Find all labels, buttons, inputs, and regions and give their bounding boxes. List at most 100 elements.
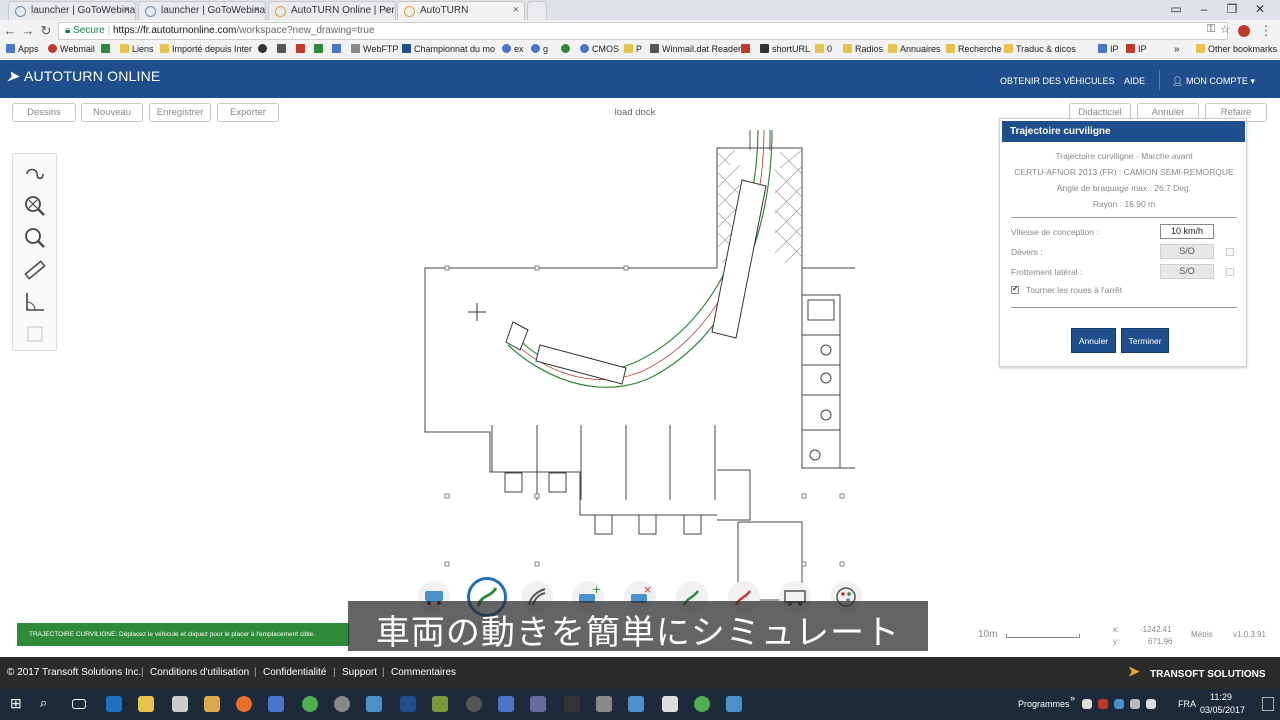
clock-date[interactable]: 03/05/2017 (1200, 705, 1245, 715)
nav-vehicles-link[interactable]: OBTENIR DES VÉHICULES (1000, 76, 1115, 86)
reload-icon[interactable]: ↻ (38, 23, 54, 39)
zoom-icon[interactable] (23, 226, 47, 250)
tray-icon[interactable] (1114, 699, 1124, 709)
browser-tab[interactable]: launcher | GoToWebinar × (8, 1, 136, 20)
windows-start-icon[interactable]: ⊞ (10, 695, 26, 711)
explorer-icon[interactable] (138, 696, 154, 712)
zoom-extents-icon[interactable] (23, 194, 47, 218)
forward-icon[interactable]: → (20, 23, 36, 38)
app-icon[interactable] (268, 696, 284, 712)
terms-link[interactable]: Conditions d'utilisation (150, 667, 249, 678)
browser-tab-active[interactable]: AutoTURN × (397, 1, 525, 20)
bookmark[interactable] (296, 44, 308, 54)
maximize-icon[interactable]: ❐ (1224, 2, 1240, 16)
calculator-icon[interactable] (662, 696, 678, 712)
app-icon[interactable] (172, 696, 188, 712)
url-input[interactable]: 🔒︎ Secure | https://fr.autoturnonline.co… (58, 22, 1228, 40)
bookmark[interactable]: S (277, 44, 289, 54)
speed-input[interactable]: 10 km/h (1160, 224, 1214, 239)
tray-icon[interactable] (1082, 699, 1092, 709)
star-icon[interactable]: ☆ (1217, 23, 1233, 36)
app-icon[interactable] (628, 696, 644, 712)
app-icon[interactable] (564, 696, 580, 712)
bookmark-folder[interactable]: P (624, 44, 642, 54)
firefox-icon[interactable] (236, 696, 252, 712)
menu-icon[interactable]: ⋮ (1258, 23, 1274, 39)
devers-field[interactable]: S/O (1160, 244, 1214, 259)
bookmark[interactable]: Apps (6, 44, 39, 54)
bookmark-folder[interactable]: Importé depuis Inter (160, 44, 252, 54)
bookmark-folder[interactable]: 0 (815, 44, 832, 54)
bookmark[interactable] (101, 44, 113, 54)
minimize-icon[interactable]: – (1196, 2, 1212, 16)
bookmark[interactable]: shortURL (760, 44, 810, 54)
app-icon[interactable] (694, 696, 710, 712)
support-link[interactable]: Support (342, 667, 377, 678)
turn-wheels-checkbox[interactable]: ✔ (1011, 286, 1019, 294)
frottement-field[interactable]: S/O (1160, 264, 1214, 279)
bookmark[interactable]: Championnat du mo (402, 44, 495, 54)
chevron-icon[interactable]: » (1070, 693, 1075, 703)
bookmark[interactable]: CMOS (580, 44, 619, 54)
close-icon[interactable]: × (513, 4, 519, 16)
task-view-icon[interactable] (72, 699, 86, 709)
bookmark[interactable] (561, 44, 573, 54)
edge-icon[interactable] (106, 696, 122, 712)
back-icon[interactable]: ← (2, 23, 18, 38)
nav-account-link[interactable]: 👤︎ MON COMPTE ▾ (1172, 76, 1255, 87)
finish-button[interactable]: Terminer (1121, 328, 1169, 353)
bookmark[interactable]: Winmail.dat Reader (650, 44, 741, 54)
close-icon[interactable]: × (254, 4, 260, 16)
app-icon[interactable] (366, 696, 382, 712)
app-icon[interactable] (596, 696, 612, 712)
bookmark[interactable] (258, 44, 270, 54)
browser-tab[interactable]: launcher | GoToWebinar × (138, 1, 266, 20)
angle-tool-icon[interactable] (23, 290, 47, 314)
tray-icon[interactable] (1098, 699, 1108, 709)
user-icon[interactable]: ▭ (1168, 2, 1184, 16)
new-tab-button[interactable] (527, 1, 547, 20)
bookmark-folder[interactable]: Other bookmarks (1196, 44, 1277, 54)
privacy-link[interactable]: Confidentialité (263, 667, 326, 678)
language-indicator[interactable]: FRA (1178, 699, 1196, 709)
nav-help-link[interactable]: AIDE (1124, 76, 1145, 86)
path-tool-icon[interactable] (23, 162, 47, 186)
bookmark[interactable]: g (531, 44, 548, 54)
drawings-button[interactable]: Dessins (12, 103, 76, 122)
close-icon[interactable]: × (384, 4, 390, 16)
bookmark[interactable]: IP (1098, 44, 1119, 54)
bookmark-folder[interactable]: Radios (843, 44, 883, 54)
app-icon[interactable] (432, 696, 448, 712)
new-button[interactable]: Nouveau (81, 103, 143, 122)
comments-link[interactable]: Commentaires (391, 667, 456, 678)
app-icon[interactable] (466, 696, 482, 712)
window-close-icon[interactable]: ✕ (1252, 2, 1268, 16)
devers-checkbox[interactable] (1226, 248, 1234, 256)
bookmark[interactable] (741, 44, 753, 54)
browser-tab[interactable]: AutoTURN Online | Perfo × (268, 1, 396, 20)
volume-icon[interactable] (1146, 699, 1156, 709)
network-icon[interactable] (1130, 699, 1140, 709)
chrome-icon[interactable] (302, 696, 318, 712)
bookmark-folder[interactable]: Annuaires (888, 44, 941, 54)
app-logo[interactable]: ➤AUTOTURN ONLINE (5, 68, 160, 85)
overflow-chevron-icon[interactable]: » (1174, 44, 1180, 55)
clear-tool-icon[interactable] (23, 322, 47, 346)
app-icon[interactable] (334, 696, 350, 712)
app-icon[interactable] (530, 696, 546, 712)
bookmark[interactable]: Webmail (48, 44, 95, 54)
app-icon[interactable] (498, 696, 514, 712)
programmes-label[interactable]: Programmes (1018, 699, 1070, 709)
app-icon[interactable] (400, 696, 416, 712)
app-icon[interactable] (204, 696, 220, 712)
bookmark-folder[interactable]: Recherche (946, 44, 1002, 54)
bookmark-folder[interactable]: Liens (120, 44, 154, 54)
measure-ruler-icon[interactable] (23, 258, 47, 282)
bookmark-folder[interactable]: Traduc & dicos (1004, 44, 1076, 54)
bookmark[interactable]: IP (1126, 44, 1147, 54)
bookmark[interactable]: WebFTP (351, 44, 398, 54)
cancel-button[interactable]: Annuler (1071, 328, 1116, 353)
clock-time[interactable]: 11:29 (1210, 692, 1232, 702)
bookmark[interactable] (332, 44, 344, 54)
save-button[interactable]: Enregistrer (149, 103, 211, 122)
